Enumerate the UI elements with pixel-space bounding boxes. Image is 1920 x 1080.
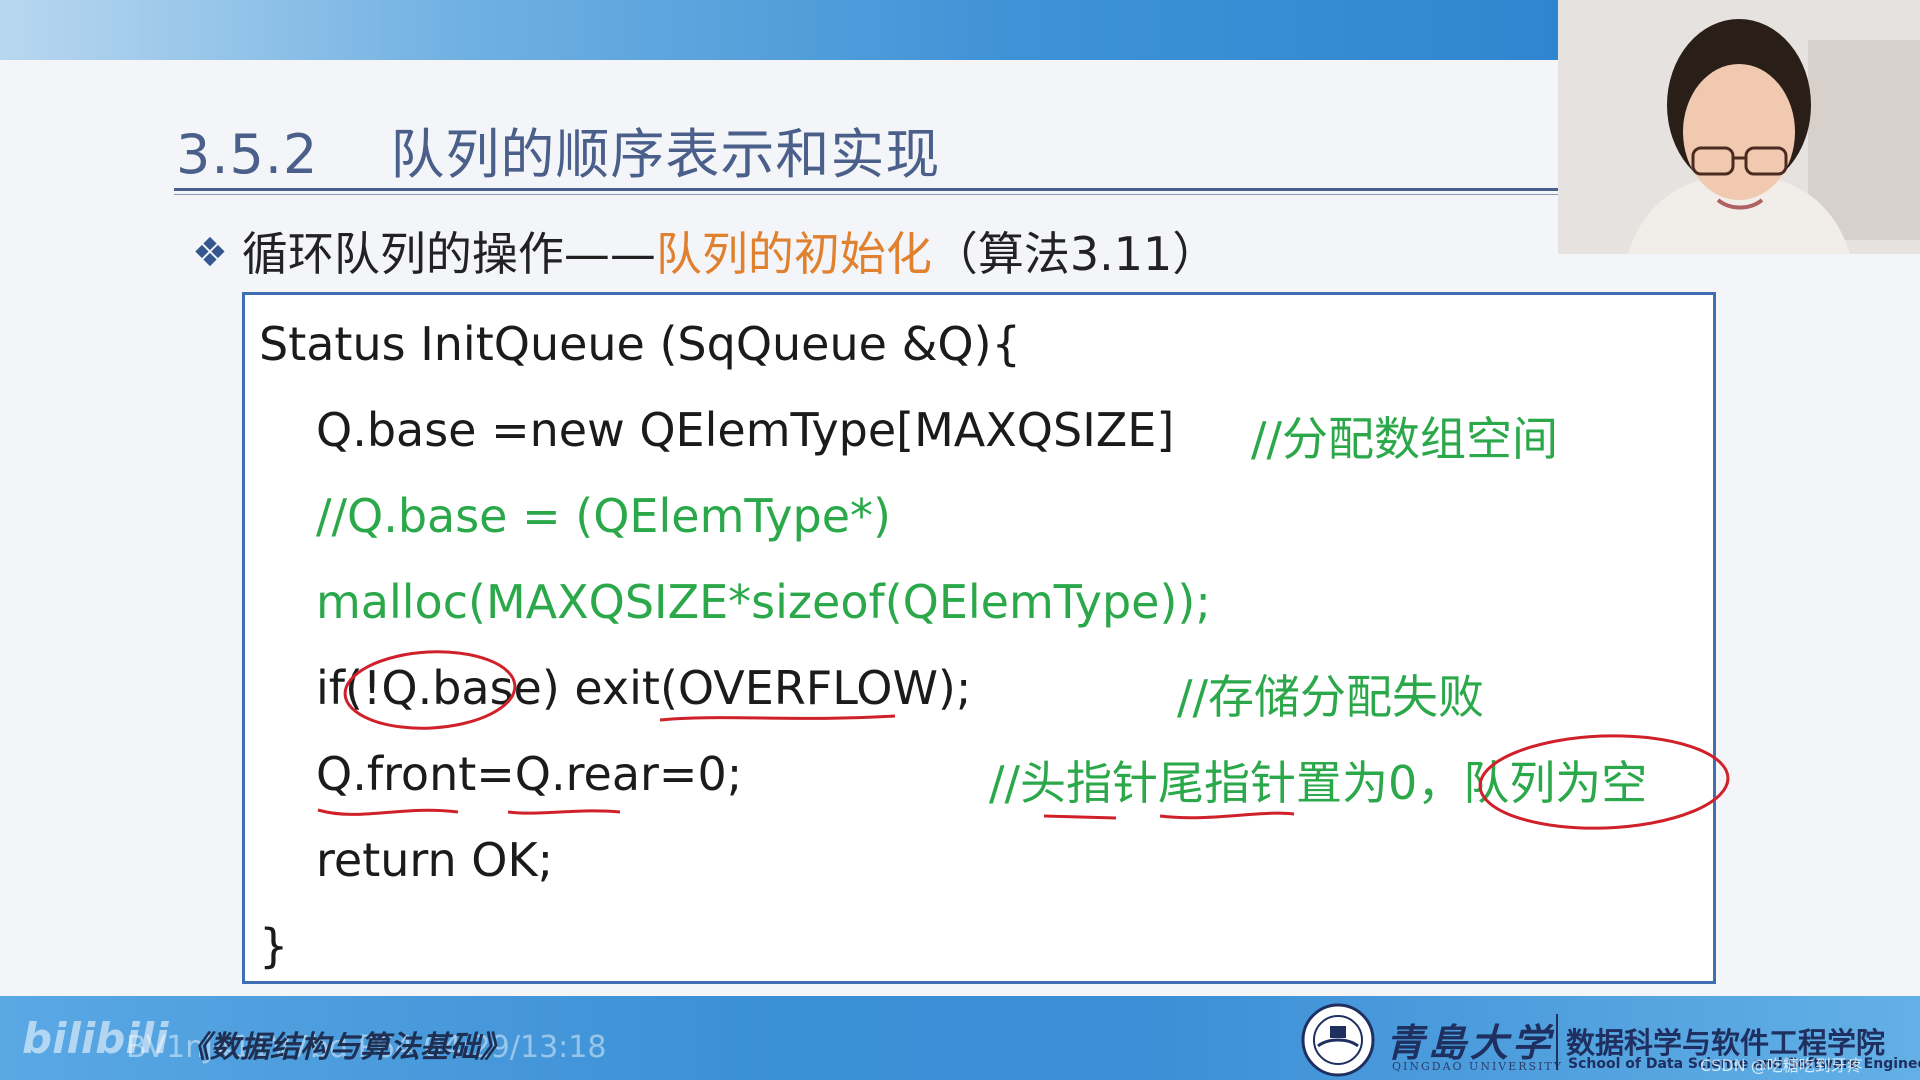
- bullet-suffix: （算法3.11）: [931, 227, 1219, 281]
- top-banner: [0, 0, 1560, 60]
- course-title: 《数据结构与算法基础》: [180, 1030, 510, 1065]
- code-line-init-pointers: Q.front=Q.rear=0;: [316, 747, 743, 801]
- code-line-alloc: Q.base =new QElemType[MAXQSIZE]: [316, 403, 1175, 457]
- bullet-prefix: 循环队列的操作——: [241, 227, 656, 281]
- university-seal-icon: [1301, 1003, 1375, 1077]
- code-line-close: }: [259, 919, 289, 973]
- section-number: 3.5.2: [176, 123, 319, 186]
- section-heading: 3.5.2 队列的顺序表示和实现: [176, 110, 940, 189]
- code-line-commented-malloc-2: malloc(MAXQSIZE*sizeof(QElemType));: [316, 575, 1211, 629]
- diamond-bullet-icon: ❖: [192, 230, 228, 276]
- presenter-webcam: [1558, 0, 1920, 254]
- section-title: 队列的顺序表示和实现: [390, 123, 941, 186]
- footer-divider: [1556, 1014, 1558, 1070]
- presenter-image: [1558, 0, 1920, 254]
- code-line-check: if(!Q.base) exit(OVERFLOW);: [316, 661, 972, 715]
- code-comment-check: //存储分配失败: [1177, 670, 1484, 724]
- university-name: 青島大学: [1386, 1020, 1555, 1065]
- university-name-en: QINGDAO UNIVERSITY: [1392, 1060, 1564, 1073]
- bullet-highlight: 队列的初始化: [655, 227, 932, 281]
- title-underline-thin: [174, 194, 1558, 195]
- code-comment-init-pointers: //头指针尾指针置为0，队列为空: [989, 756, 1648, 810]
- slide: 3.5.2 队列的顺序表示和实现 ❖ 循环队列的操作——队列的初始化（算法3.11）…: [0, 0, 1920, 1080]
- code-box: Status InitQueue (SqQueue &Q){ Q.base =n…: [242, 292, 1716, 984]
- code-line-return: return OK;: [316, 833, 554, 887]
- bullet-heading: ❖ 循环队列的操作——队列的初始化（算法3.11）: [192, 218, 1218, 284]
- code-line-commented-malloc-1: //Q.base = (QElemType*): [316, 489, 891, 543]
- title-underline: [174, 188, 1558, 191]
- code-line-signature: Status InitQueue (SqQueue &Q){: [259, 317, 1021, 371]
- csdn-watermark: CSDN @吃糖吃到牙疼: [1700, 1056, 1863, 1075]
- code-comment-alloc: //分配数组空间: [1251, 412, 1558, 466]
